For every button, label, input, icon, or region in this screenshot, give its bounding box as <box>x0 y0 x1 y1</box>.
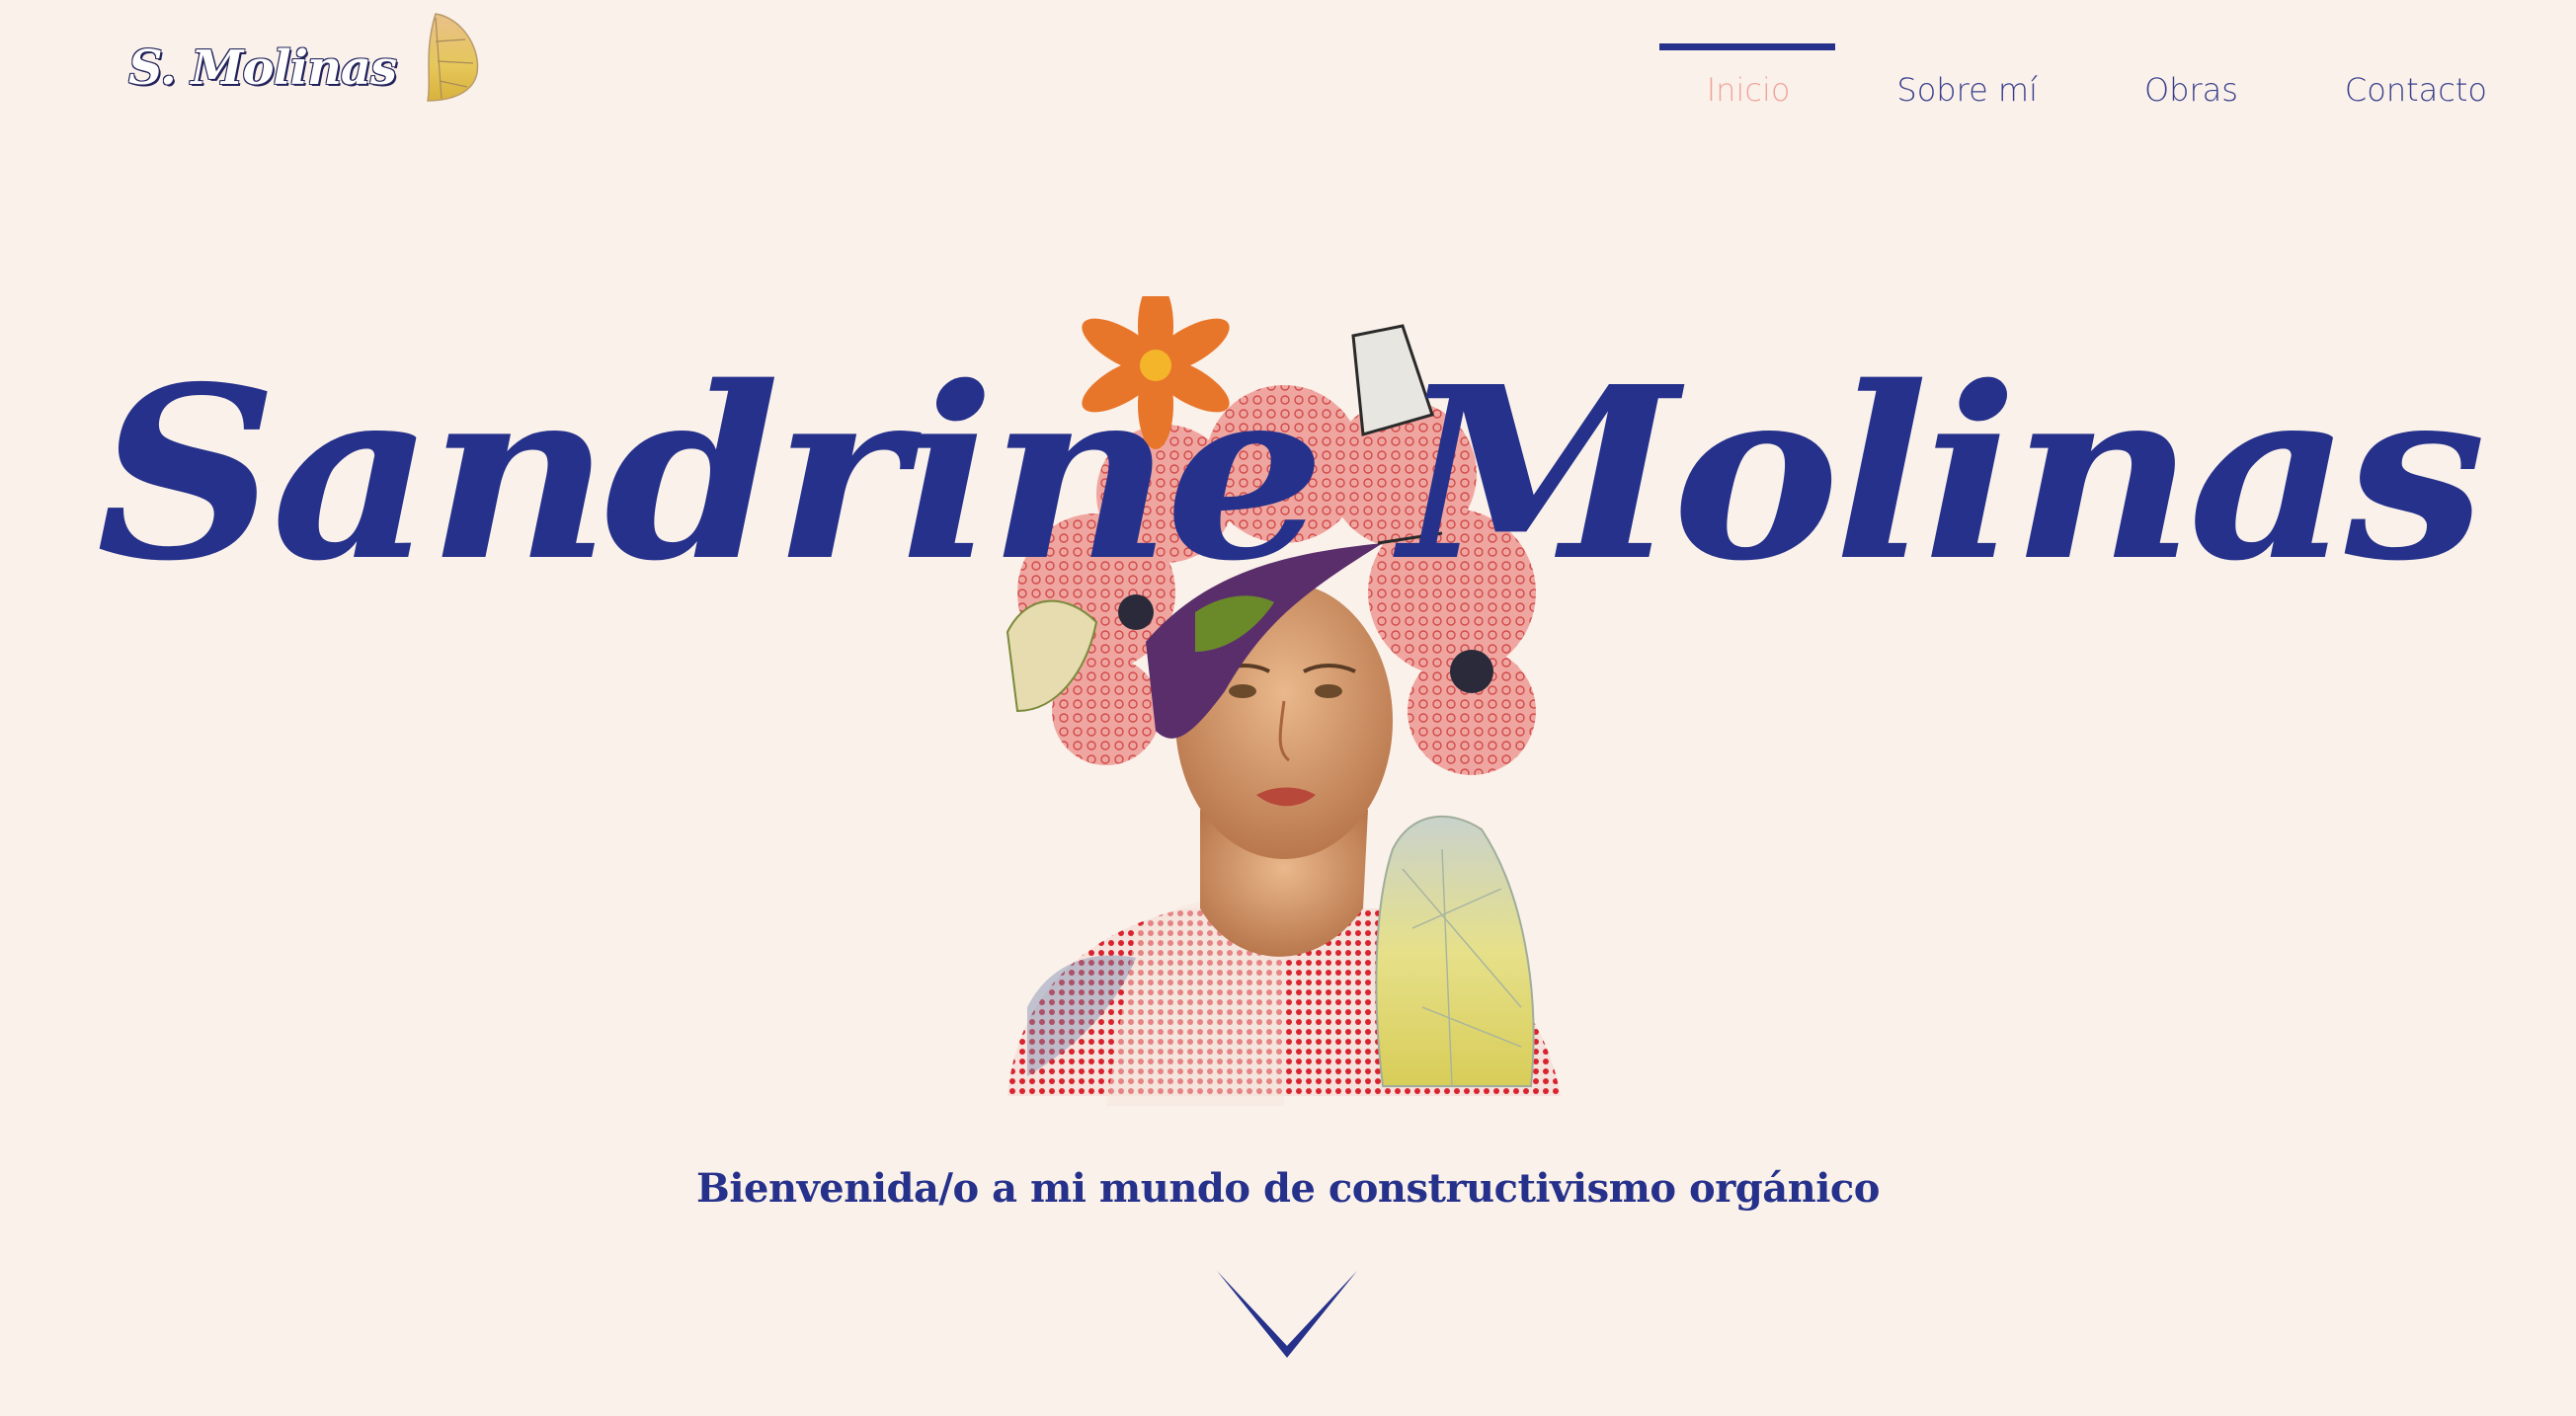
hero-section: Sandrine Molinas Bienvenida/o a mi mundo… <box>0 0 2576 1416</box>
hero-title: Sandrine Molinas <box>96 335 2486 613</box>
hero-tagline: Bienvenida/o a mi mundo de constructivis… <box>696 1165 1880 1212</box>
chevron-down-icon[interactable] <box>1215 1269 1359 1360</box>
